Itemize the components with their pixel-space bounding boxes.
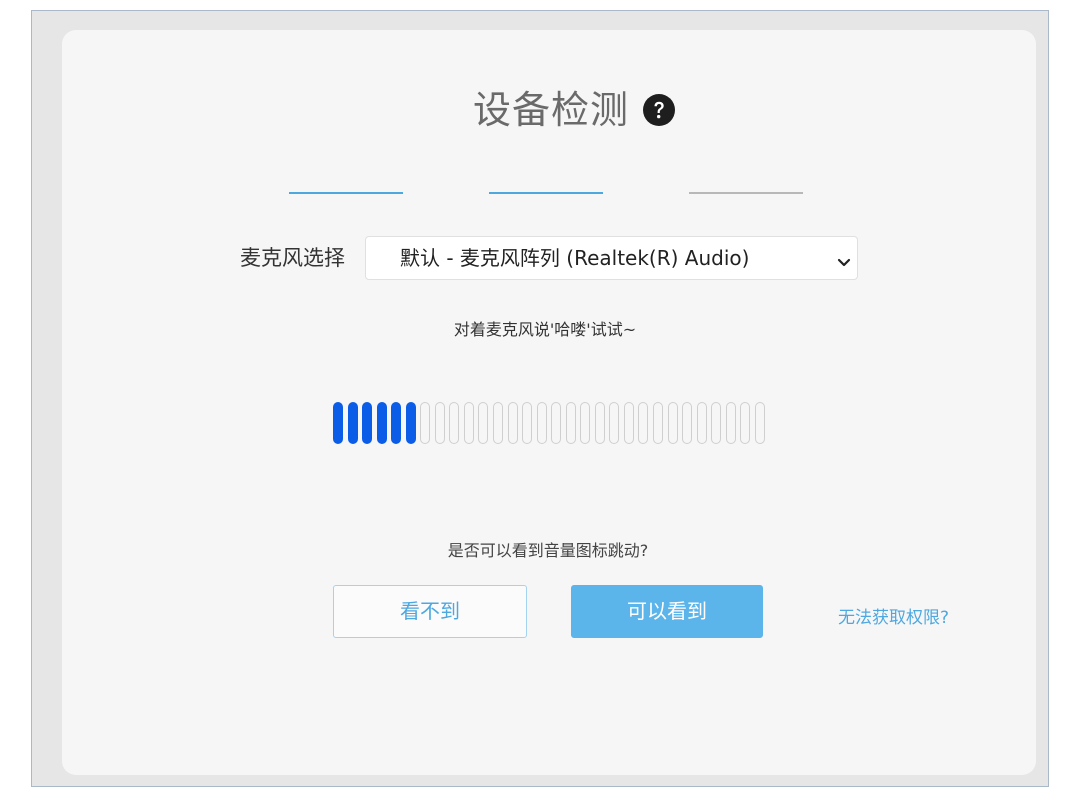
- page-title: 设备检测: [473, 88, 630, 132]
- volume-segment: [623, 402, 634, 444]
- volume-segment: [609, 402, 620, 444]
- volume-segment: [405, 402, 416, 444]
- volume-segment: [522, 402, 533, 444]
- volume-segment: [333, 402, 343, 444]
- volume-segment: [551, 402, 562, 444]
- volume-segment: [682, 402, 693, 444]
- volume-segment: [420, 402, 431, 444]
- volume-segment: [449, 402, 460, 444]
- volume-meter: [333, 402, 765, 444]
- step-indicators: [289, 192, 803, 194]
- step-indicator: [289, 192, 403, 194]
- speak-hint: 对着麦克风说'哈喽'试试~: [453, 320, 637, 339]
- volume-segment: [376, 402, 387, 444]
- volume-segment: [434, 402, 445, 444]
- volume-segment: [463, 402, 474, 444]
- volume-segment: [478, 402, 489, 444]
- microphone-label: 麦克风选择: [240, 246, 345, 270]
- chevron-down-icon: [837, 253, 851, 267]
- can-see-button[interactable]: 可以看到: [571, 585, 763, 638]
- volume-segment: [740, 402, 751, 444]
- volume-segment: [696, 402, 707, 444]
- cannot-see-button[interactable]: 看不到: [333, 585, 527, 638]
- volume-segment: [493, 402, 504, 444]
- volume-segment: [653, 402, 664, 444]
- device-check-card: 设备检测 麦克风选择 默认 - 麦克风阵列 (Realtek(R) Audio)…: [62, 30, 1036, 775]
- step-indicator: [689, 192, 803, 194]
- volume-segment: [594, 402, 605, 444]
- volume-segment: [347, 402, 358, 444]
- microphone-select-value: 默认 - 麦克风阵列 (Realtek(R) Audio): [400, 246, 750, 270]
- step-indicator: [489, 192, 603, 194]
- volume-segment: [565, 402, 576, 444]
- permission-help-link[interactable]: 无法获取权限?: [838, 605, 949, 631]
- volume-segment: [667, 402, 678, 444]
- visibility-question: 是否可以看到音量图标跳动?: [447, 541, 649, 560]
- volume-segment: [725, 402, 736, 444]
- title-row: 设备检测: [473, 87, 676, 133]
- volume-segment: [754, 402, 765, 444]
- volume-segment: [507, 402, 518, 444]
- volume-segment: [391, 402, 402, 444]
- microphone-select[interactable]: 默认 - 麦克风阵列 (Realtek(R) Audio): [365, 236, 858, 280]
- volume-segment: [536, 402, 547, 444]
- help-circle-icon[interactable]: [643, 94, 676, 126]
- volume-segment: [638, 402, 649, 444]
- volume-segment: [362, 402, 373, 444]
- volume-segment: [711, 402, 722, 444]
- volume-segment: [580, 402, 591, 444]
